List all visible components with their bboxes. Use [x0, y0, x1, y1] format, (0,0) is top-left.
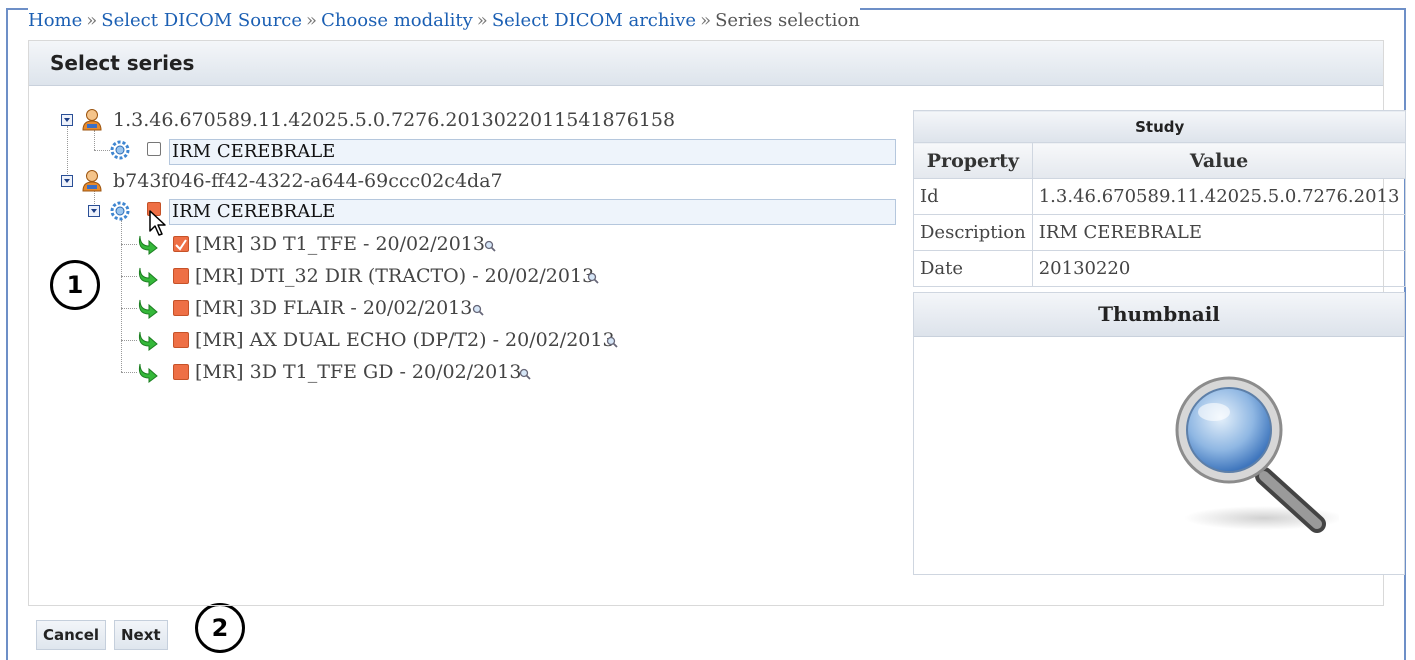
- tree-connector: [67, 126, 68, 182]
- series-label[interactable]: [MR] 3D T1_TFE GD - 20/02/2013: [195, 359, 521, 385]
- tree-connector: [121, 276, 137, 277]
- series-checkbox[interactable]: [173, 236, 189, 252]
- breadcrumb-home[interactable]: Home: [28, 10, 82, 31]
- table-row: Id 1.3.46.670589.11.42025.5.0.7276.2013: [913, 178, 1407, 215]
- study-checkbox[interactable]: [147, 142, 161, 156]
- thumbnail-panel: Thumbnail: [913, 292, 1405, 575]
- magnifier-icon[interactable]: [484, 240, 496, 252]
- study-node[interactable]: IRM CEREBRALE: [169, 199, 896, 225]
- series-checkbox[interactable]: [173, 300, 189, 316]
- breadcrumb-separator: »: [700, 10, 712, 31]
- breadcrumb-select-dicom-source[interactable]: Select DICOM Source: [101, 10, 302, 31]
- column-header-value: Value: [1031, 142, 1407, 179]
- magnifier-icon[interactable]: [519, 368, 531, 380]
- breadcrumb-separator: »: [306, 10, 318, 31]
- gear-icon: [110, 140, 130, 160]
- collapse-icon[interactable]: [88, 205, 100, 217]
- series-checkbox[interactable]: [173, 268, 189, 284]
- column-header-property: Property: [913, 142, 1033, 179]
- gear-icon: [110, 201, 130, 221]
- table-row: Description IRM CEREBRALE: [913, 214, 1407, 251]
- tree-connector: [94, 150, 110, 151]
- table-row: Date 20130220: [913, 250, 1407, 287]
- breadcrumb-select-dicom-archive[interactable]: Select DICOM archive: [492, 10, 696, 31]
- person-icon: [82, 170, 102, 192]
- check-mark-icon: [175, 239, 187, 251]
- panel-title: Select series: [50, 51, 195, 75]
- property-cell: Id: [913, 178, 1033, 215]
- panel-header: Select series: [29, 41, 1383, 86]
- green-arrow-icon: [138, 331, 158, 351]
- value-cell: 20130220: [1031, 250, 1407, 287]
- cancel-button[interactable]: Cancel: [36, 620, 107, 650]
- green-arrow-icon: [138, 363, 158, 383]
- breadcrumb-choose-modality[interactable]: Choose modality: [321, 10, 473, 31]
- patient-id[interactable]: b743f046-ff42-4322-a644-69ccc02c4da7: [113, 169, 503, 193]
- tree-connector: [121, 244, 137, 245]
- collapse-icon[interactable]: [61, 175, 73, 187]
- study-node[interactable]: IRM CEREBRALE: [169, 139, 896, 165]
- breadcrumb-separator: »: [476, 10, 488, 31]
- property-cell: Date: [913, 250, 1033, 287]
- series-label[interactable]: [MR] 3D FLAIR - 20/02/2013: [195, 295, 472, 321]
- magnifier-icon[interactable]: [606, 336, 618, 348]
- magnifier-placeholder-icon: [1175, 376, 1339, 533]
- frame-left-border: [6, 8, 8, 660]
- magnifier-icon[interactable]: [472, 304, 484, 316]
- annotation-step-one: 1: [50, 260, 100, 310]
- collapse-icon[interactable]: [61, 114, 73, 126]
- value-cell: 1.3.46.670589.11.42025.5.0.7276.2013: [1031, 178, 1407, 215]
- green-arrow-icon: [138, 299, 158, 319]
- person-icon: [82, 109, 102, 131]
- series-label[interactable]: [MR] 3D T1_TFE - 20/02/2013: [195, 231, 485, 257]
- tree-connector: [121, 340, 137, 341]
- magnifier-icon[interactable]: [587, 272, 599, 284]
- series-label[interactable]: [MR] AX DUAL ECHO (DP/T2) - 20/02/2013: [195, 327, 615, 353]
- tree-connector: [121, 220, 122, 372]
- green-arrow-icon: [138, 267, 158, 287]
- tree-connector: [94, 130, 95, 150]
- tree-connector: [121, 372, 137, 373]
- property-cell: Description: [913, 214, 1033, 251]
- panel-bottom-divider: [28, 605, 1384, 606]
- next-button[interactable]: Next: [114, 620, 168, 650]
- study-properties-table: Study Property Value Id 1.3.46.670589.11…: [912, 110, 1407, 287]
- study-table-caption: Study: [912, 110, 1407, 143]
- value-cell: IRM CEREBRALE: [1031, 214, 1407, 251]
- patient-id[interactable]: 1.3.46.670589.11.42025.5.0.7276.20130220…: [113, 108, 675, 132]
- series-label[interactable]: [MR] DTI_32 DIR (TRACTO) - 20/02/2013: [195, 263, 594, 289]
- breadcrumb-current: Series selection: [715, 10, 860, 31]
- tree-connector: [121, 308, 137, 309]
- series-checkbox[interactable]: [173, 364, 189, 380]
- thumbnail-title: Thumbnail: [914, 293, 1404, 337]
- mouse-cursor-icon: [149, 210, 166, 236]
- breadcrumb: Home» Select DICOM Source» Choose modality…: [28, 8, 860, 34]
- annotation-step-two: 2: [195, 603, 245, 653]
- series-checkbox[interactable]: [173, 332, 189, 348]
- breadcrumb-separator: »: [86, 10, 98, 31]
